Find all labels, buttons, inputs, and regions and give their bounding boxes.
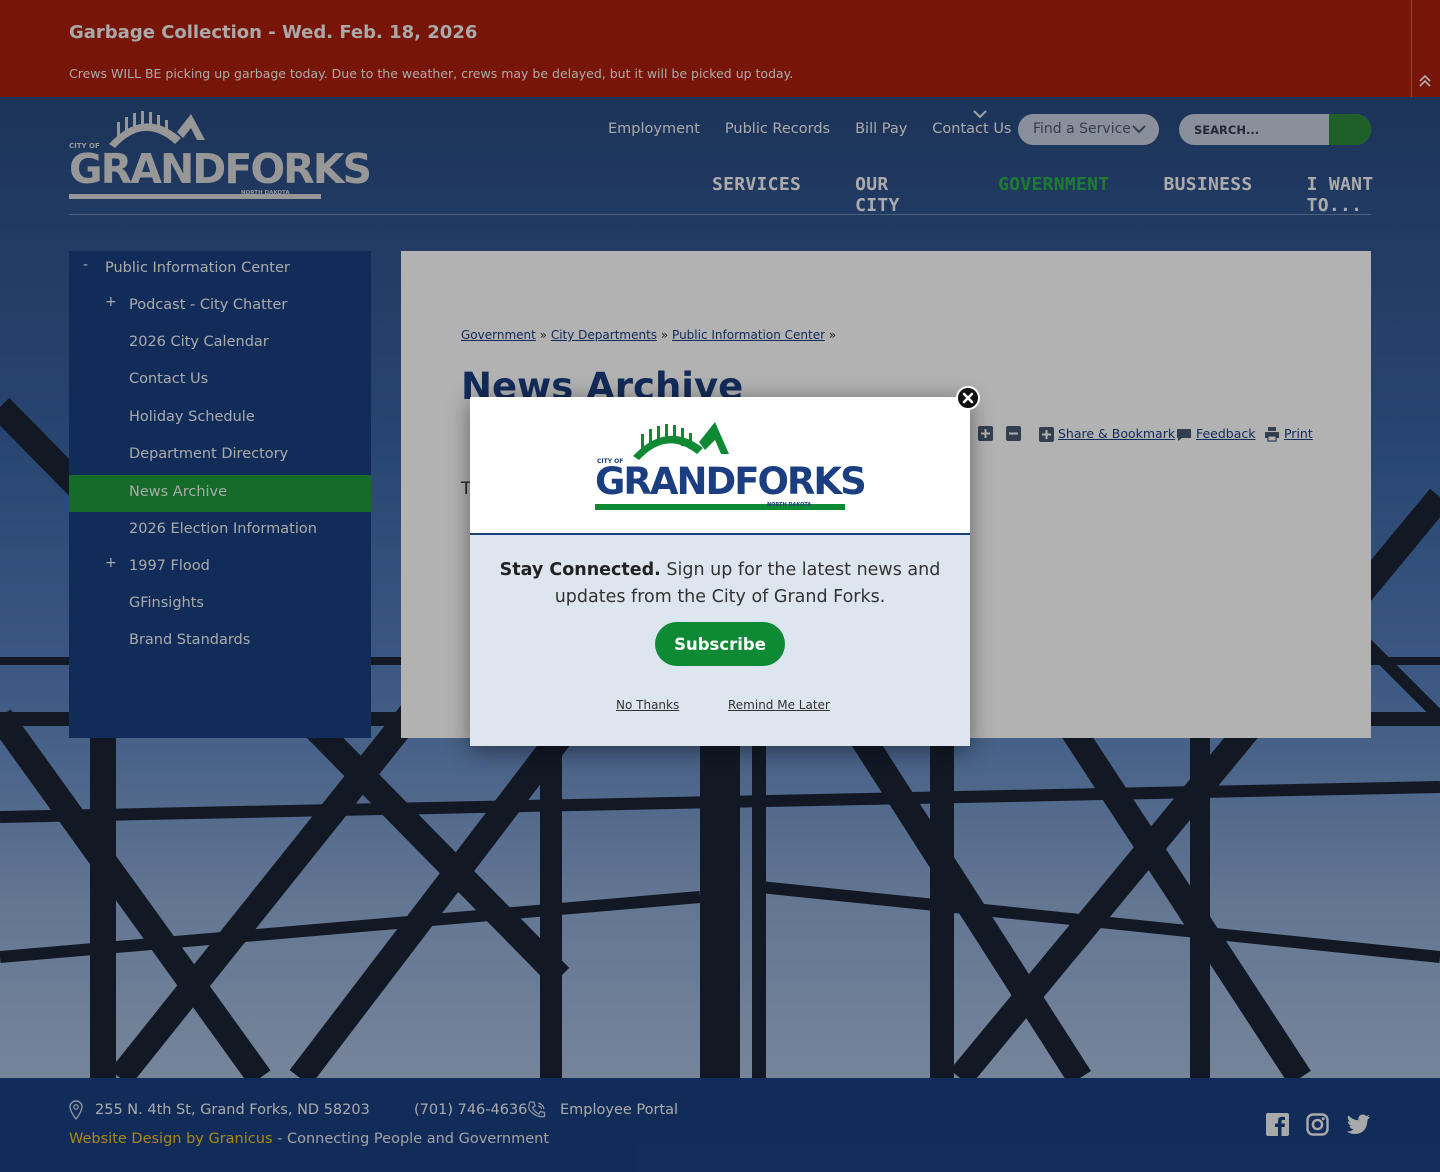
modal-logo-wordmark: GRANDFORKS <box>595 460 867 503</box>
subscribe-modal: CITY OF GRANDFORKS NORTH DAKOTA Stay Con… <box>470 397 970 746</box>
modal-lead: Stay Connected. <box>499 560 661 580</box>
modal-city-logo: CITY OF GRANDFORKS NORTH DAKOTA <box>595 418 867 513</box>
modal-message: Stay Connected. Sign up for the latest n… <box>490 557 950 611</box>
modal-header: CITY OF GRANDFORKS NORTH DAKOTA <box>470 397 970 535</box>
no-thanks-link[interactable]: No Thanks <box>616 698 679 712</box>
subscribe-button[interactable]: Subscribe <box>655 622 785 666</box>
modal-logo-state: NORTH DAKOTA <box>767 502 812 508</box>
close-icon[interactable] <box>956 386 980 410</box>
remind-me-later-link[interactable]: Remind Me Later <box>728 698 830 712</box>
modal-logo-grand: GRAND <box>595 460 736 503</box>
modal-logo-forks: FORKS <box>734 460 867 503</box>
